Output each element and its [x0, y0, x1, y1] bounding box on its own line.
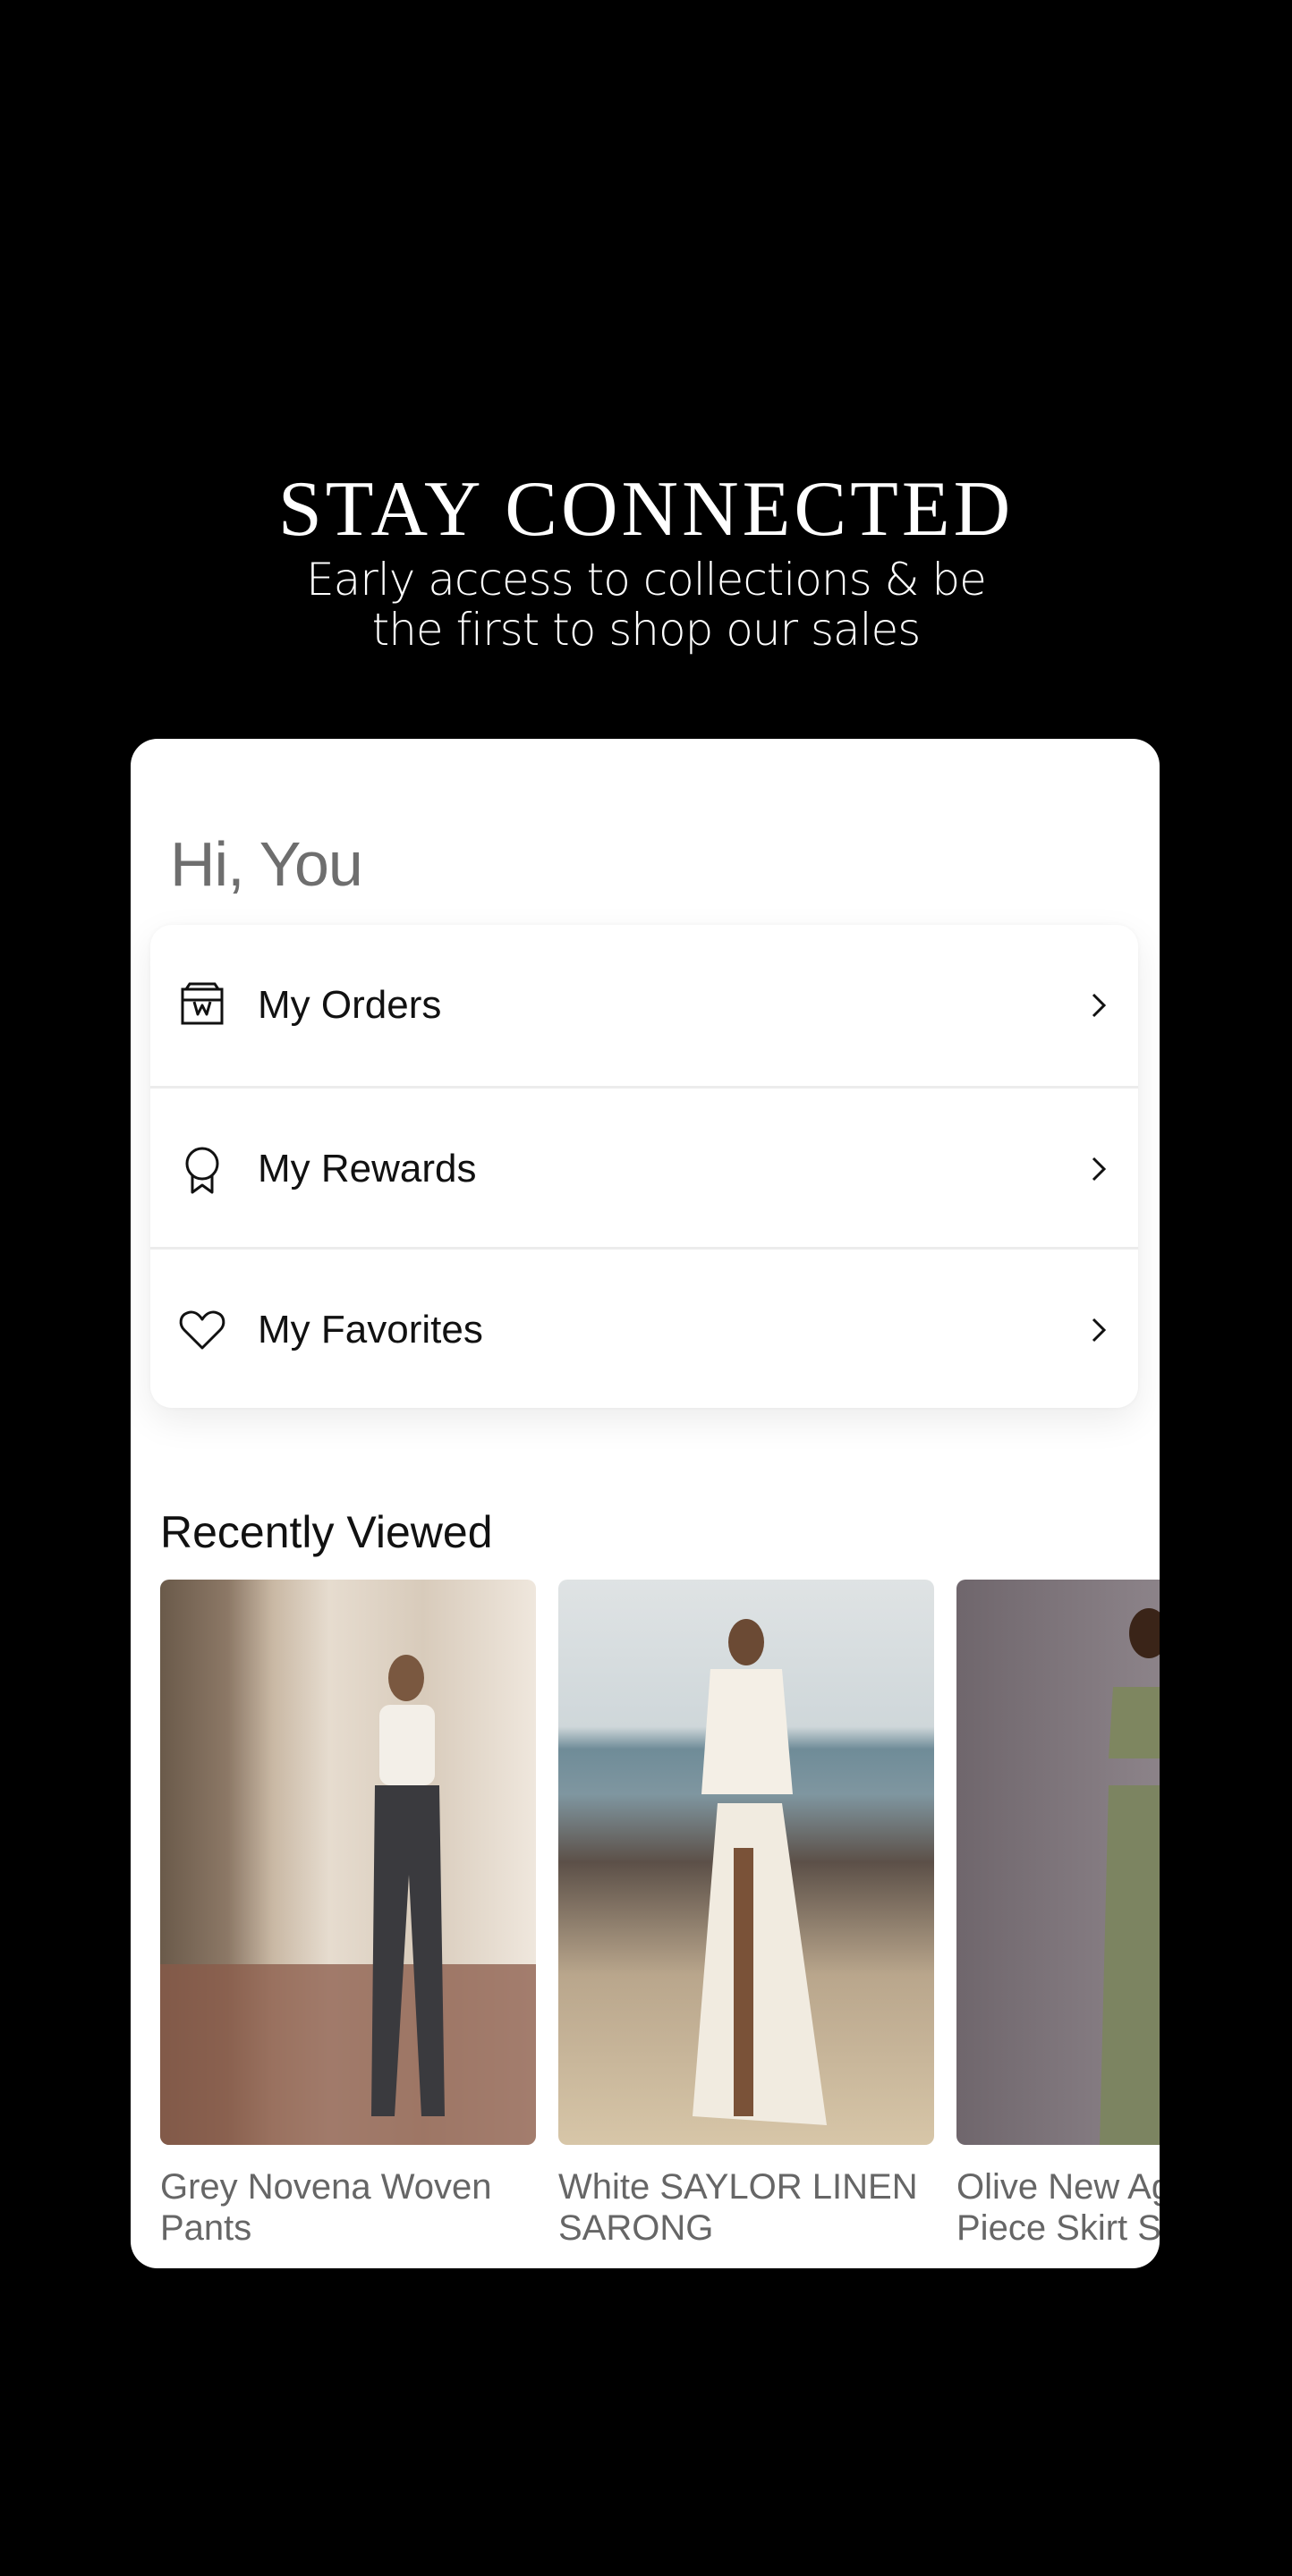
product-image[interactable] — [956, 1580, 1160, 2145]
account-menu: My Orders My Rewards My Favorites — [150, 925, 1138, 1408]
chevron-right-icon — [1092, 1318, 1107, 1343]
hero-subtitle-line2: the first to shop our sales — [371, 604, 922, 656]
product-card[interactable]: Grey Novena Woven Pants — [160, 1580, 536, 2249]
product-name-line1: Olive New Ag — [956, 2167, 1160, 2207]
heart-icon — [179, 1310, 225, 1350]
model-figure — [160, 1655, 536, 2145]
orders-box-icon — [181, 982, 224, 1025]
hero-subtitle-line1: Early access to collections & be — [306, 554, 987, 606]
product-name-line2: Pants — [160, 2208, 252, 2248]
product-card[interactable]: Olive New Ag Piece Skirt S — [956, 1580, 1160, 2249]
greeting: Hi, You — [170, 829, 363, 899]
account-card: Hi, You My Orders My Rewards My Favorite… — [131, 739, 1160, 2268]
product-name: Grey Novena Woven Pants — [160, 2166, 536, 2249]
menu-label-my-favorites: My Favorites — [258, 1308, 483, 1352]
hero-subtitle: Early access to collections & be the fir… — [0, 555, 1292, 655]
hero-title: STAY CONNECTED — [277, 466, 1015, 553]
menu-item-my-rewards[interactable]: My Rewards — [150, 1086, 1138, 1250]
menu-item-my-favorites[interactable]: My Favorites — [150, 1247, 1138, 1408]
product-name-line2: SARONG — [558, 2208, 714, 2248]
menu-label-my-rewards: My Rewards — [258, 1147, 477, 1191]
product-image[interactable] — [160, 1580, 536, 2145]
model-figure — [693, 1619, 827, 2125]
recently-viewed-carousel[interactable]: Grey Novena Woven Pants White SAYLOR LIN… — [160, 1580, 1160, 2268]
rewards-ribbon-icon — [185, 1147, 219, 1194]
chevron-right-icon — [1092, 1157, 1107, 1182]
product-image[interactable] — [558, 1580, 934, 2145]
product-name-line1: White SAYLOR LINEN — [558, 2167, 918, 2207]
chevron-right-icon — [1092, 993, 1107, 1018]
product-name-line2: Piece Skirt S — [956, 2208, 1160, 2248]
recently-viewed-title: Recently Viewed — [160, 1507, 493, 1557]
product-name: Olive New Ag Piece Skirt S — [956, 2166, 1160, 2249]
model-figure — [1100, 1608, 1160, 2145]
product-name-line1: Grey Novena Woven — [160, 2167, 492, 2207]
product-name: White SAYLOR LINEN SARONG — [558, 2166, 934, 2249]
product-card[interactable]: White SAYLOR LINEN SARONG — [558, 1580, 934, 2249]
menu-item-my-orders[interactable]: My Orders — [150, 925, 1138, 1086]
menu-label-my-orders: My Orders — [258, 983, 442, 1027]
